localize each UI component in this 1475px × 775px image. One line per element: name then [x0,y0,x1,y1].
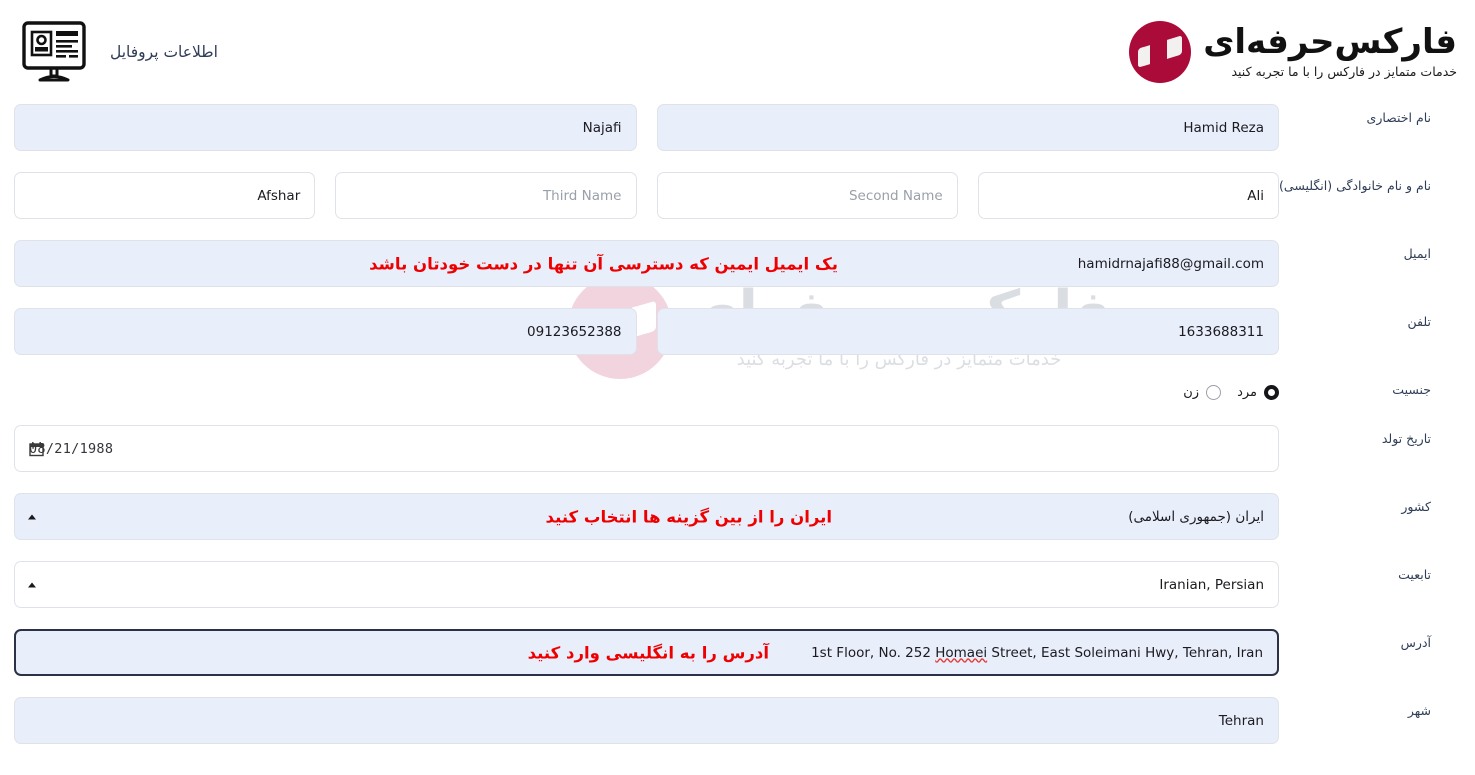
email-value: hamidrnajafi88@gmail.com [1077,255,1264,272]
label-email: ایمیل [1403,246,1431,261]
address-value-before: 1st Floor, No. 252 [811,644,936,661]
address-value-misspelled: Homaei [935,644,988,661]
calendar-icon[interactable] [29,441,44,456]
mobile-input[interactable]: 09123652388 [14,308,637,355]
row-phone: تلفن 1633688311 09123652388 [0,308,1475,355]
label-fullname-english: نام و نام خانوادگی (انگلیسی) [1279,178,1431,193]
page-header: فارکس‌حرفه‌ای خدمات متمایز در فارکس را ب… [0,0,1475,104]
nickname-last-value: Najafi [582,119,622,136]
row-city: شهر Tehran [0,697,1475,744]
fourth-name-input[interactable]: Afshar [14,172,316,219]
radio-male-icon[interactable] [1264,384,1279,400]
nickname-first-value: Hamid Reza [1183,119,1264,136]
profile-form: نام اختصاری Hamid Reza Najafi نام و نام … [0,104,1475,744]
radio-female-icon[interactable] [1206,384,1222,400]
country-select[interactable]: ایران (جمهوری اسلامی) [14,493,1279,540]
country-value: ایران (جمهوری اسلامی) [1128,508,1264,525]
brand-mark-icon [1129,21,1192,83]
mobile-value: 09123652388 [527,323,622,340]
gender-female-label: زن [1183,384,1200,400]
gender-male-label: مرد [1237,384,1257,400]
brand-title: فارکس‌حرفه‌ای [1203,22,1458,63]
profile-information-page: فارکس‌حرفه‌ای خدمات متمایز در فارکس را ب… [0,0,1475,775]
row-gender: جنسیت مرد زن [0,376,1475,404]
email-input[interactable]: hamidrnajafi88@gmail.com [14,240,1279,287]
third-name-input[interactable]: Third Name [335,172,637,219]
brand-subtitle: خدمات متمایز در فارکس را با ما تجربه کنی… [1231,64,1457,80]
gender-option-female[interactable]: زن [1183,384,1222,400]
second-name-placeholder: Second Name [848,187,943,204]
label-nickname: نام اختصاری [1366,110,1431,125]
birthdate-input[interactable]: 08/21/1988 [14,425,1279,472]
first-name-value: Ali [1247,187,1264,204]
address-value-after: Street, East Soleimani Hwy, Tehran, Iran [987,644,1263,661]
second-name-input[interactable]: Second Name [656,172,958,219]
label-birthdate: تاریخ تولد [1381,431,1431,446]
fourth-name-value: Afshar [257,187,301,204]
label-gender: جنسیت [1392,382,1431,397]
caret-up-icon[interactable] [28,514,36,519]
label-address: آدرس [1400,635,1431,650]
landline-input[interactable]: 1633688311 [656,308,1279,355]
address-input[interactable]: 1st Floor, No. 252 Homaei Street, East S… [14,629,1279,676]
label-country: کشور [1401,499,1431,514]
row-nationality: تابعیت Iranian, Persian [0,561,1475,608]
page-title-group: اطلاعات پروفایل [14,20,218,84]
city-input[interactable]: Tehran [14,697,1279,744]
third-name-placeholder: Third Name [542,187,622,204]
gender-option-male[interactable]: مرد [1237,384,1279,400]
nickname-first-input[interactable]: Hamid Reza [656,104,1279,151]
brand-logo[interactable]: فارکس‌حرفه‌ای خدمات متمایز در فارکس را ب… [1129,21,1458,83]
address-value: 1st Floor, No. 252 Homaei Street, East S… [811,645,1263,661]
row-address: آدرس 1st Floor, No. 252 Homaei Street, E… [0,629,1475,676]
label-phone: تلفن [1407,314,1431,329]
label-nationality: تابعیت [1398,567,1431,582]
row-nickname: نام اختصاری Hamid Reza Najafi [0,104,1475,151]
label-city: شهر [1407,703,1431,718]
page-title: اطلاعات پروفایل [110,43,218,61]
row-fullname-english: نام و نام خانوادگی (انگلیسی) Ali Second … [0,172,1475,219]
caret-up-icon[interactable] [28,582,36,587]
profile-monitor-icon [22,21,86,82]
nickname-last-input[interactable]: Najafi [14,104,637,151]
row-country: کشور ایران (جمهوری اسلامی) ایران را از ب… [0,493,1475,540]
row-birthdate: تاریخ تولد 08/21/1988 [0,425,1475,472]
nationality-value: Iranian, Persian [1159,576,1264,593]
first-name-input[interactable]: Ali [977,172,1279,219]
nationality-select[interactable]: Iranian, Persian [14,561,1279,608]
city-value: Tehran [1218,712,1264,729]
landline-value: 1633688311 [1178,323,1264,340]
row-email: ایمیل hamidrnajafi88@gmail.com یک ایمیل … [0,240,1475,287]
